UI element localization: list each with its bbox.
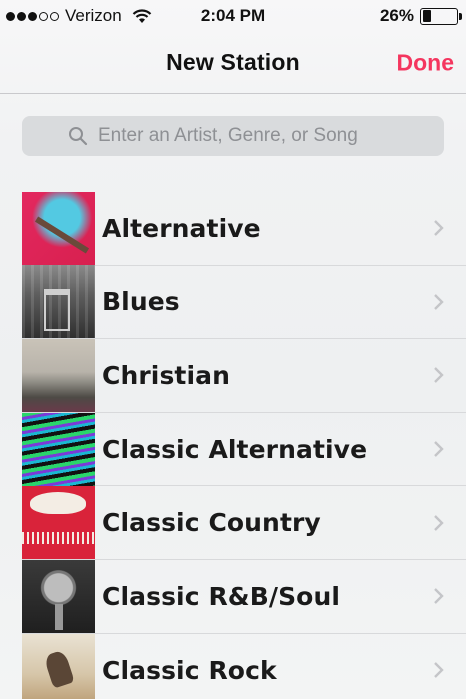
done-button[interactable]: Done [397,49,455,76]
search-input[interactable] [98,125,398,147]
classic-rock-artwork [22,633,95,699]
chevron-right-icon [434,220,444,237]
navigation-bar: New Station Done [0,32,466,94]
genre-label: Classic R&B/Soul [102,581,341,611]
genre-label: Classic Alternative [102,434,368,464]
genre-row-alternative[interactable]: Alternative [22,191,466,266]
chevron-right-icon [434,367,444,384]
genre-row-blues[interactable]: Blues [22,265,466,340]
chevron-right-icon [434,662,444,679]
genre-label: Christian [102,360,231,390]
genre-row-classic-rock[interactable]: Classic Rock [22,633,466,699]
alternative-artwork [22,191,95,265]
genre-label: Alternative [102,213,261,243]
genre-label: Classic Rock [102,655,277,685]
classic-alternative-artwork [22,412,95,486]
page-title: New Station [166,49,300,75]
clock: 2:04 PM [200,6,266,25]
battery-level [422,10,432,22]
genre-row-classic-alternative[interactable]: Classic Alternative [22,412,466,487]
chevron-right-icon [434,294,444,310]
genre-row-classic-country[interactable]: Classic Country [22,486,466,560]
genre-row-christian[interactable]: Christian [22,338,466,413]
classic-country-artwork [22,486,95,560]
search-field-container[interactable] [22,116,444,156]
genre-row-classic-rnb-soul[interactable]: Classic R&B/Soul [22,559,466,634]
classic-rnb-soul-artwork [22,559,95,633]
chevron-right-icon [434,514,444,531]
genre-list: Alternative Blues Christian Classic Alte… [22,191,466,699]
chevron-right-icon [434,441,444,457]
search-bar [22,116,444,156]
status-bar: Verizon 2:04 PM 26% [0,0,466,32]
genre-label: Blues [102,287,180,317]
blues-artwork [22,265,95,339]
genre-label: Classic Country [102,508,321,538]
new-station-screen: Verizon 2:04 PM 26% New Station Done Ent… [0,0,466,699]
chevron-right-icon [434,588,444,605]
search-icon [69,127,88,146]
christian-artwork [22,338,95,412]
battery-icon [420,7,462,25]
